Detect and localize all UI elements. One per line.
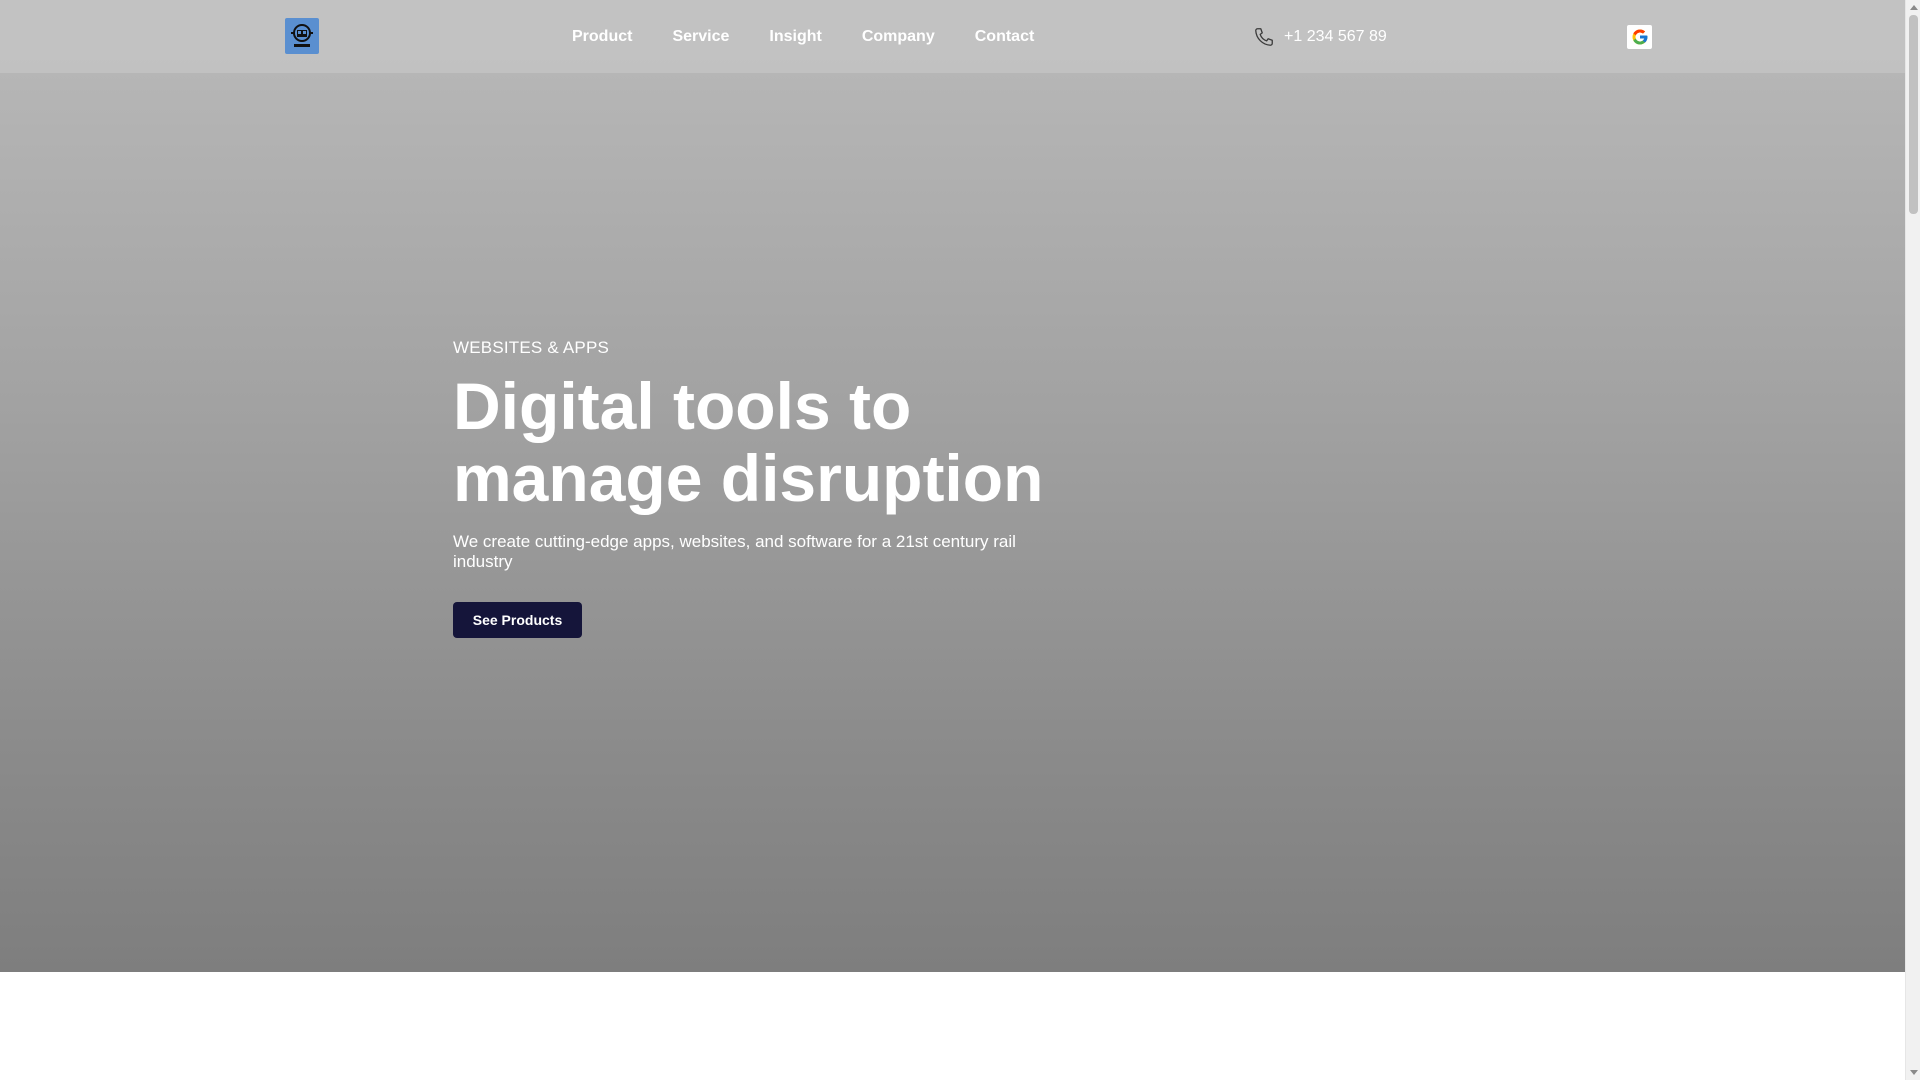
scrollbar-thumb[interactable] [1909, 15, 1918, 214]
phone-icon [1253, 26, 1275, 48]
google-translate-icon [1632, 29, 1647, 45]
google-translate-button[interactable] [1627, 25, 1652, 49]
hero-subtitle: We create cutting-edge apps, websites, a… [453, 532, 1016, 571]
phone-contact[interactable]: +1 234 567 89 [1253, 0, 1387, 73]
navbar: Product Service Insight Company Contact … [0, 0, 1905, 73]
hero-section: WEBSITES & APPS Digital tools to manage … [0, 0, 1905, 972]
vertical-scrollbar[interactable] [1905, 0, 1920, 1080]
hero-eyebrow: WEBSITES & APPS [453, 338, 610, 357]
see-products-button[interactable]: See Products [453, 602, 582, 638]
nav-insight[interactable]: Insight [769, 28, 821, 46]
train-logo-icon[interactable] [285, 18, 319, 54]
nav-product[interactable]: Product [572, 28, 632, 46]
scroll-down-icon[interactable] [1910, 1070, 1918, 1075]
nav-contact[interactable]: Contact [975, 28, 1035, 46]
hero-headline-line1: Digital tools to [453, 369, 912, 443]
phone-number: +1 234 567 89 [1284, 27, 1387, 45]
page: WEBSITES & APPS Digital tools to manage … [0, 0, 1905, 1080]
nav-company[interactable]: Company [862, 28, 935, 46]
scroll-up-icon[interactable] [1910, 5, 1918, 10]
main-nav: Product Service Insight Company Contact [572, 0, 1074, 73]
hero-headline-line2: manage disruption [453, 441, 1044, 515]
hero-headline: Digital tools to manage disruption [453, 370, 1053, 514]
hero-content: WEBSITES & APPS Digital tools to manage … [453, 336, 1053, 638]
nav-service[interactable]: Service [672, 28, 729, 46]
